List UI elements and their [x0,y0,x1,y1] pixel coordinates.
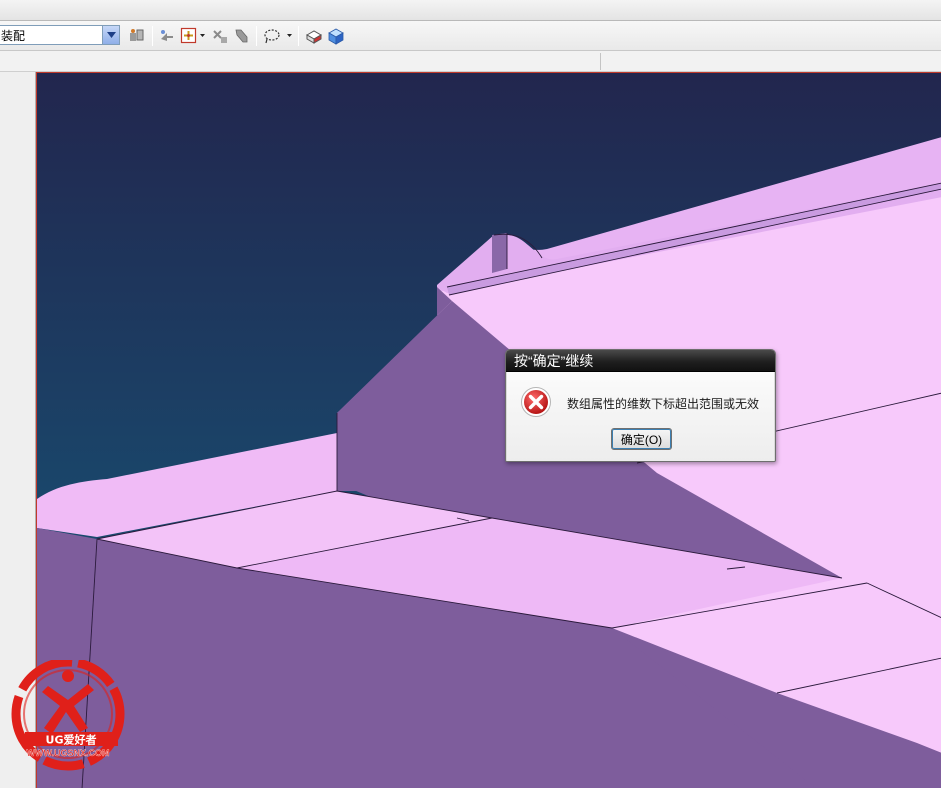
dialog-body: 数组属性的维数下标超出范围或无效 确定(O) [506,372,775,461]
ok-button[interactable]: 确定(O) [611,428,672,450]
selection-filter-combo[interactable]: 装配 [0,25,120,45]
strip-divider [600,53,601,70]
transform-icon[interactable] [211,27,229,45]
model-render [37,73,941,788]
toolbar-separator [298,26,299,46]
toolbar-separator [152,26,153,46]
selection-filter-value: 装配 [1,28,26,43]
watermark-url-text: WWW.UGSNX.COM [27,748,110,758]
error-message: 数组属性的维数下标超出范围或无效 [567,397,760,411]
graphics-viewport[interactable] [36,72,941,788]
model-back-step [492,233,507,273]
lasso-select-icon[interactable] [263,27,281,45]
view-orient-icon[interactable] [305,27,323,45]
ugsnx-watermark-logo: UG爱好者 WWW.UGSNX.COM [8,657,132,778]
toolbar: 装配 [0,21,941,51]
toolbar-separator [256,26,257,46]
lasso-dropdown-arrow-icon[interactable] [286,31,293,39]
chevron-down-icon[interactable] [102,26,119,44]
secondary-toolbar-strip [0,51,941,72]
watermark-brand-text: UG爱好者 [46,733,97,747]
snap-point-icon[interactable] [180,27,198,45]
assembly-constraint-icon[interactable] [128,27,146,45]
reposition-icon[interactable] [233,27,251,45]
menu-strip [0,0,941,21]
shaded-cube-icon[interactable] [327,27,345,45]
move-component-icon[interactable] [158,27,176,45]
dialog-title[interactable]: 按“确定”继续 [506,350,775,372]
error-icon [520,386,552,418]
error-dialog: 按“确定”继续 数组属性的维数下标超出范围或无效 确定(O) [505,349,776,462]
snap-dropdown-arrow-icon[interactable] [199,31,206,39]
nx-application-window: 装配 按“确定”继续 数组属性的维数下标超出范围或无效 确定(O) UG爱好者 … [0,0,941,788]
